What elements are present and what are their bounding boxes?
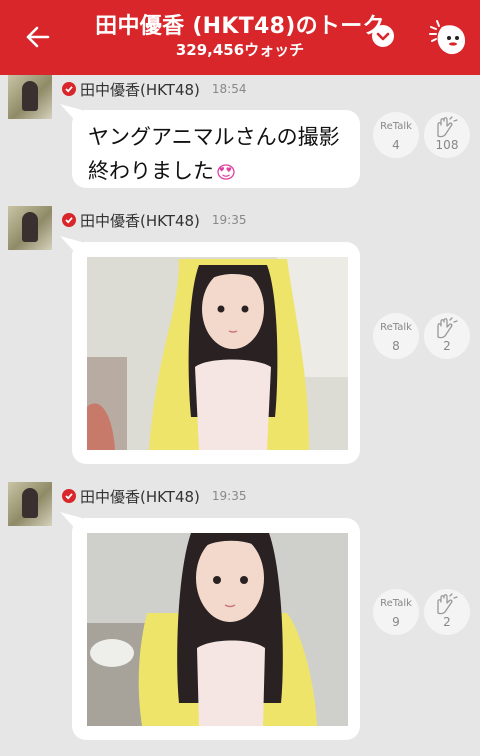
clap-icon	[437, 317, 458, 339]
author-name: 田中優香(HKT48)	[80, 80, 200, 99]
mascot-icon[interactable]	[428, 18, 470, 60]
selfie-photo[interactable]	[87, 257, 348, 450]
message-bubble[interactable]	[60, 236, 360, 464]
chevron-down-icon[interactable]	[372, 25, 394, 47]
heart-eyes-emoji	[217, 164, 235, 180]
clap-icon	[437, 593, 458, 615]
verified-icon	[62, 213, 76, 227]
clap-button[interactable]: 2	[424, 313, 470, 359]
retalk-button[interactable]: ReTalk 4	[373, 112, 419, 158]
retalk-button[interactable]: ReTalk 8	[373, 313, 419, 359]
message-bubble[interactable]	[60, 512, 360, 740]
avatar[interactable]	[8, 482, 52, 526]
clap-icon	[437, 116, 458, 138]
watch-count: 329,456ウォッチ	[175, 41, 305, 59]
avatar[interactable]	[8, 75, 52, 119]
message-meta: 田中優香(HKT48) 19:35	[62, 486, 247, 506]
selfie-photo[interactable]	[87, 533, 348, 726]
timestamp: 18:54	[211, 82, 247, 96]
retalk-button[interactable]: ReTalk 9	[373, 589, 419, 635]
message-text: ヤングアニマルさんの撮影 終わりました	[88, 125, 340, 183]
bubble-tail	[60, 104, 82, 128]
message-bubble[interactable]: ヤングアニマルさんの撮影 終わりました	[60, 104, 360, 188]
avatar[interactable]	[8, 206, 52, 250]
bubble-tail	[60, 236, 82, 260]
message-meta: 田中優香(HKT48) 19:35	[62, 210, 247, 230]
clap-button[interactable]: 108	[424, 112, 470, 158]
timestamp: 19:35	[211, 213, 247, 227]
message-meta: 田中優香(HKT48) 18:54	[62, 79, 247, 99]
bubble-tail	[60, 512, 82, 536]
page-title: 田中優香 (HKT48)のトーク	[95, 14, 385, 39]
verified-icon	[62, 489, 76, 503]
author-name: 田中優香(HKT48)	[80, 487, 200, 506]
timestamp: 19:35	[211, 489, 247, 503]
clap-button[interactable]: 2	[424, 589, 470, 635]
author-name: 田中優香(HKT48)	[80, 211, 200, 230]
app-header: 田中優香 (HKT48)のトーク 329,456ウォッチ	[0, 0, 480, 75]
verified-icon	[62, 82, 76, 96]
